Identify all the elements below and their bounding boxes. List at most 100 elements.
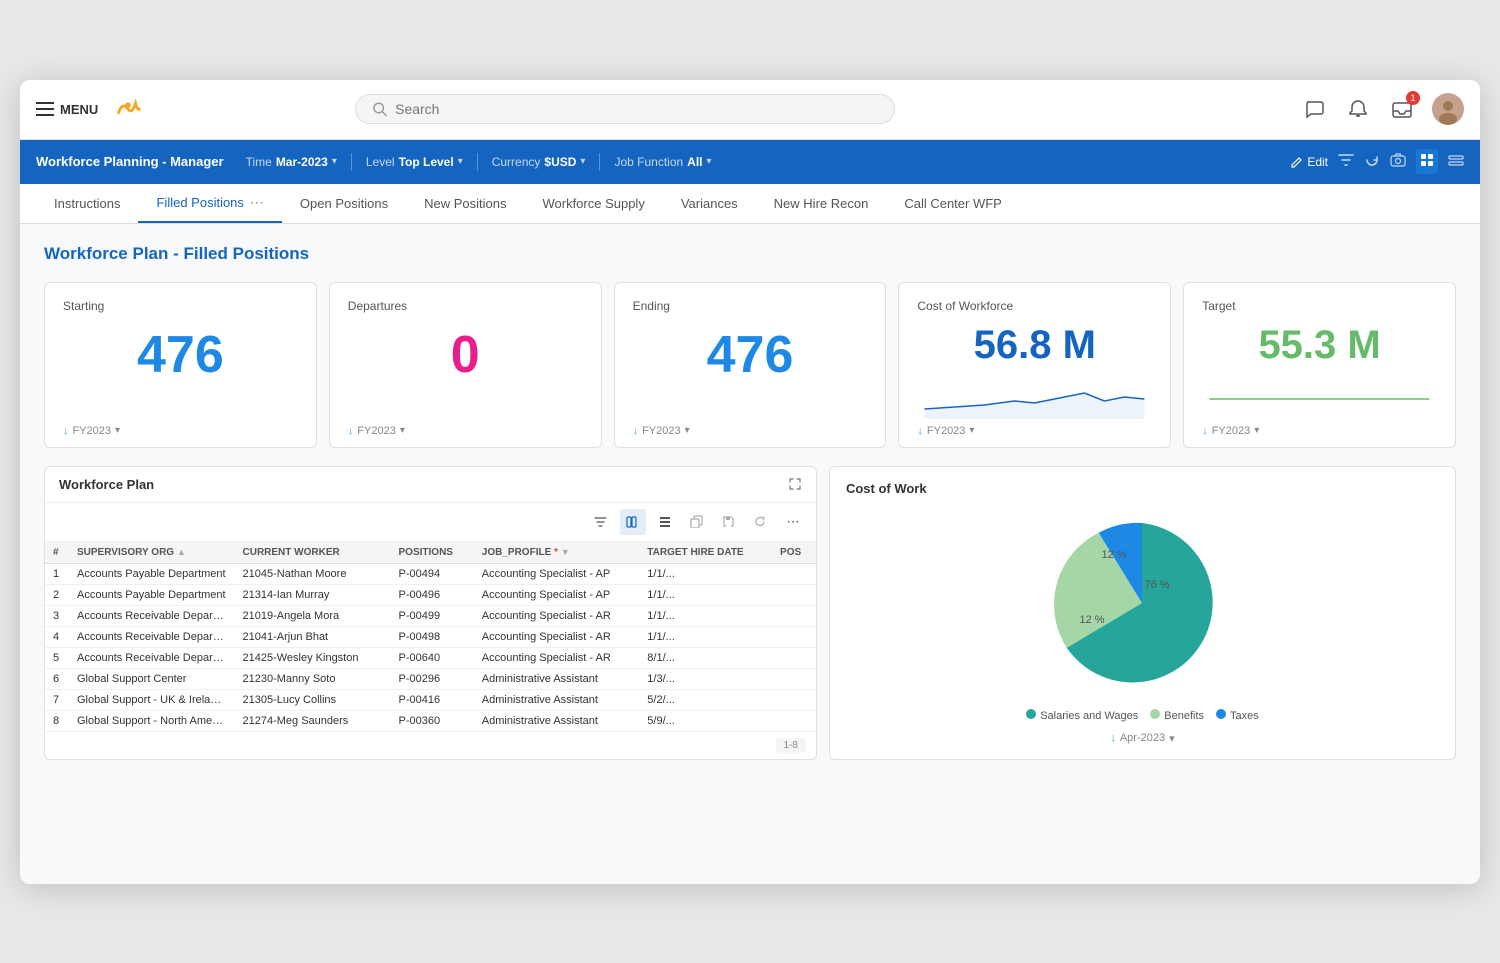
tab-instructions[interactable]: Instructions — [36, 186, 138, 223]
hamburger-icon — [36, 102, 54, 116]
kpi-starting-value: 476 — [63, 317, 298, 394]
nav-right: 1 — [1300, 93, 1464, 125]
table-row[interactable]: 3 Accounts Receivable Department 21019-A… — [45, 605, 816, 626]
tabs: Instructions Filled Positions ⋯ Open Pos… — [20, 184, 1480, 224]
kpi-target-label: Target — [1202, 299, 1437, 313]
bottom-row: Workforce Plan — [44, 466, 1456, 760]
kpi-departures-value: 0 — [348, 317, 583, 394]
cost-of-work-card: Cost of Work 76 % 12 % 12 % — [829, 466, 1456, 760]
bar-sep-1 — [351, 153, 352, 171]
pie-chart: 76 % 12 % 12 % — [846, 506, 1439, 701]
search-icon — [372, 101, 387, 117]
chat-icon[interactable] — [1300, 95, 1328, 123]
kpi-cost-value: 56.8 M — [917, 317, 1152, 373]
col-hire-date-header[interactable]: TARGET HIRE DATE — [639, 542, 772, 564]
table-row[interactable]: 5 Accounts Receivable Department 21425-W… — [45, 647, 816, 668]
table-row[interactable]: 2 Accounts Payable Department 21314-Ian … — [45, 584, 816, 605]
kpi-cost-chart — [917, 379, 1152, 419]
menu-button[interactable]: MENU — [36, 102, 98, 117]
col-supervisory-org-header[interactable]: SUPERVISORY ORG ▲ — [69, 542, 235, 564]
tab-workforce-supply[interactable]: Workforce Supply — [524, 186, 662, 223]
grid-view-icon[interactable] — [1416, 149, 1438, 174]
kpi-starting-footer[interactable]: ↓ FY2023 ▾ — [63, 425, 298, 437]
menu-label: MENU — [60, 102, 98, 117]
table-row[interactable]: 4 Accounts Receivable Department 21041-A… — [45, 626, 816, 647]
svg-text:12 %: 12 % — [1102, 549, 1127, 561]
user-avatar[interactable] — [1432, 93, 1464, 125]
data-table: # SUPERVISORY ORG ▲ CURRENT WORKER POSIT… — [45, 542, 816, 732]
bar-sep-2 — [477, 153, 478, 171]
filter-icon[interactable] — [1338, 153, 1354, 170]
tab-new-hire-recon[interactable]: New Hire Recon — [756, 186, 887, 223]
bell-icon[interactable] — [1344, 95, 1372, 123]
legend-salaries: Salaries and Wages — [1026, 709, 1138, 722]
tab-call-center-wfp[interactable]: Call Center WFP — [886, 186, 1020, 223]
toolbar-expand-icon[interactable] — [652, 509, 678, 535]
toolbar-columns-icon[interactable] — [620, 509, 646, 535]
filter-job-function[interactable]: Job Function All ▾ — [614, 155, 711, 169]
expand-icon[interactable] — [788, 477, 802, 491]
app-title: Workforce Planning - Manager — [36, 154, 224, 169]
tab-new-positions[interactable]: New Positions — [406, 186, 524, 223]
pie-footer[interactable]: ↓ Apr-2023 ▾ — [846, 732, 1439, 745]
legend-benefits: Benefits — [1150, 709, 1204, 722]
table-row[interactable]: 7 Global Support - UK & Ireland Group 21… — [45, 689, 816, 710]
logo — [110, 91, 146, 127]
tab-variances[interactable]: Variances — [663, 186, 756, 223]
filter-time[interactable]: Time Mar-2023 ▾ — [246, 155, 337, 169]
svg-text:76 %: 76 % — [1145, 579, 1170, 591]
filter-currency[interactable]: Currency $USD ▾ — [492, 155, 586, 169]
pagination: 1-8 — [776, 738, 806, 753]
top-nav: MENU — [20, 80, 1480, 140]
toolbar-copy-icon[interactable] — [684, 509, 710, 535]
kpi-row: Starting 476 ↓ FY2023 ▾ Departures 0 ↓ F… — [44, 282, 1456, 448]
kpi-cost-workforce: Cost of Workforce 56.8 M ↓ FY2023 ▾ — [898, 282, 1171, 448]
kpi-departures-footer[interactable]: ↓ FY2023 ▾ — [348, 425, 583, 437]
kpi-departures: Departures 0 ↓ FY2023 ▾ — [329, 282, 602, 448]
toolbar-save-icon[interactable] — [716, 509, 742, 535]
search-input[interactable] — [395, 101, 878, 117]
tab-menu-dots[interactable]: ⋯ — [250, 194, 264, 211]
inbox-icon[interactable]: 1 — [1388, 95, 1416, 123]
inbox-badge: 1 — [1406, 91, 1420, 105]
kpi-ending-label: Ending — [633, 299, 868, 313]
table-card-footer: 1-8 — [45, 732, 816, 759]
tab-open-positions[interactable]: Open Positions — [282, 186, 406, 223]
camera-icon[interactable] — [1390, 153, 1406, 170]
kpi-target-footer[interactable]: ↓ FY2023 ▾ — [1202, 425, 1437, 437]
table-row[interactable]: 8 Global Support - North America Group 2… — [45, 710, 816, 731]
kpi-target-value: 55.3 M — [1202, 317, 1437, 373]
kpi-cost-label: Cost of Workforce — [917, 299, 1152, 313]
page-title: Workforce Plan - Filled Positions — [44, 244, 1456, 264]
table-toolbar: ⋯ — [45, 503, 816, 542]
table-title: Workforce Plan — [59, 477, 154, 492]
col-job-profile-header[interactable]: JOB_PROFILE * ▼ — [474, 542, 640, 564]
col-current-worker-header[interactable]: CURRENT WORKER — [235, 542, 391, 564]
table-view-icon[interactable] — [1448, 154, 1464, 170]
toolbar-more-icon[interactable]: ⋯ — [780, 509, 806, 535]
toolbar-filter-icon[interactable] — [588, 509, 614, 535]
legend-taxes: Taxes — [1216, 709, 1259, 722]
col-num-header: # — [45, 542, 69, 564]
kpi-ending: Ending 476 ↓ FY2023 ▾ — [614, 282, 887, 448]
search-bar — [355, 94, 895, 124]
col-positions-header[interactable]: POSITIONS — [391, 542, 474, 564]
toolbar-refresh-icon[interactable] — [748, 509, 774, 535]
pie-legend: Salaries and Wages Benefits Taxes — [846, 709, 1439, 722]
kpi-departures-label: Departures — [348, 299, 583, 313]
pie-title: Cost of Work — [846, 481, 1439, 496]
kpi-cost-footer[interactable]: ↓ FY2023 ▾ — [917, 425, 1152, 437]
workforce-plan-card: Workforce Plan — [44, 466, 817, 760]
edit-button[interactable]: Edit — [1290, 155, 1328, 169]
bar-actions: Edit — [1290, 149, 1464, 174]
filter-level[interactable]: Level Top Level ▾ — [366, 155, 463, 169]
refresh-icon[interactable] — [1364, 152, 1380, 171]
table-row[interactable]: 1 Accounts Payable Department 21045-Nath… — [45, 563, 816, 584]
bar-sep-3 — [599, 153, 600, 171]
kpi-ending-footer[interactable]: ↓ FY2023 ▾ — [633, 425, 868, 437]
table-row[interactable]: 6 Global Support Center 21230-Manny Soto… — [45, 668, 816, 689]
tab-filled-positions[interactable]: Filled Positions ⋯ — [138, 184, 281, 223]
kpi-starting-label: Starting — [63, 299, 298, 313]
col-pos-header[interactable]: POS — [772, 542, 816, 564]
kpi-target: Target 55.3 M ↓ FY2023 ▾ — [1183, 282, 1456, 448]
